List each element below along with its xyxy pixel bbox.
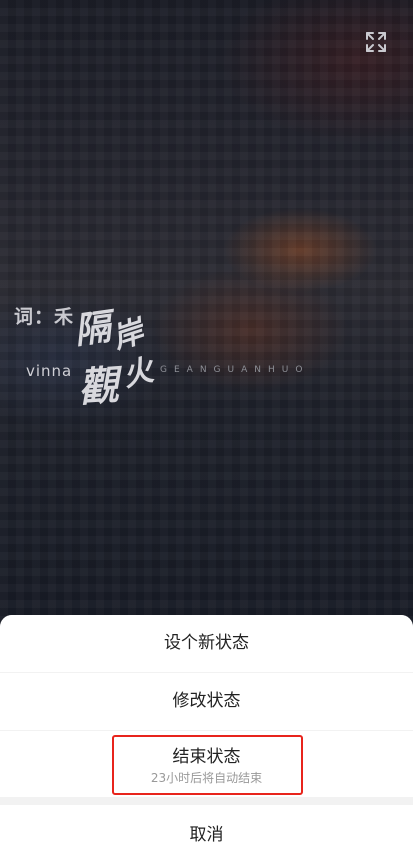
end-status-label: 结束状态 [172, 747, 241, 767]
edit-status-button[interactable]: 修改状态 [0, 673, 413, 730]
fullscreen-expand-icon [366, 32, 386, 52]
song-title-pinyin: GEANGUANHUO [160, 365, 310, 375]
song-title-char: 觀 [76, 361, 120, 412]
action-sheet: 设个新状态 修改状态 结束状态 23小时后将自动结束 取消 [0, 615, 413, 865]
fullscreen-button[interactable] [364, 30, 388, 54]
song-title-char: 火 [119, 352, 157, 395]
singer-name: vinna [26, 362, 73, 380]
set-new-status-button[interactable]: 设个新状态 [0, 615, 413, 672]
end-status-hint: 23小时后将自动结束 [150, 771, 263, 785]
song-title-char: 隔 [71, 305, 114, 353]
lyricist-credit: 词：禾 [14, 306, 75, 328]
video-player[interactable]: 词：禾 vinna 隔 岸 觀 火 GEANGUANHUO [0, 0, 413, 640]
cancel-button[interactable]: 取消 [0, 805, 413, 865]
song-title-calligraphy: 隔 岸 觀 火 [71, 298, 174, 412]
end-status-button[interactable]: 结束状态 23小时后将自动结束 [0, 731, 413, 797]
